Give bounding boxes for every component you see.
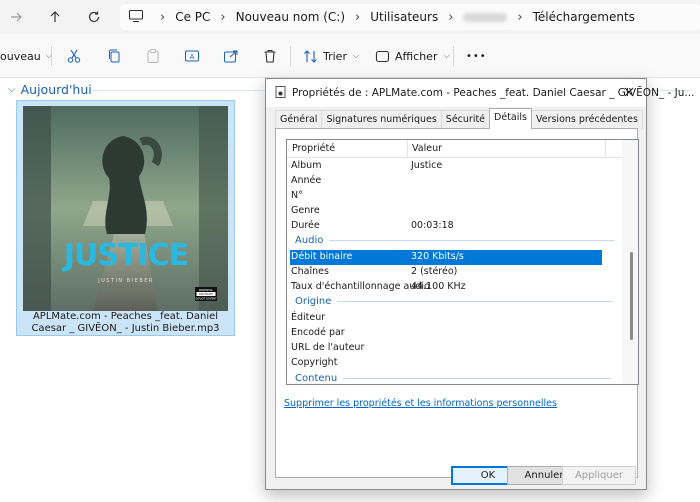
breadcrumb-item-downloads[interactable]: Téléchargements (533, 10, 635, 24)
list-item[interactable]: URL de l'auteur (287, 341, 627, 356)
tab-strip: Général Signatures numériques Sécurité D… (275, 108, 643, 129)
column-separator (605, 140, 606, 158)
details-panel: Propriété Valeur Album Justice Année N° G… (275, 128, 639, 478)
arrow-up-icon (50, 11, 60, 22)
chevron-down-icon: ⌵ (8, 84, 16, 95)
view-label: Afficher (395, 49, 438, 63)
list-item[interactable]: Album Justice (287, 159, 627, 174)
vertical-scrollbar[interactable] (622, 140, 638, 384)
svg-text:ADVISORY: ADVISORY (199, 292, 213, 296)
parental-advisory-label: PARENTAL ADVISORY EXPLICIT CONTENT (195, 287, 217, 301)
refresh-icon (88, 11, 100, 23)
rename-button[interactable]: A (184, 45, 200, 67)
tab-previous-versions[interactable]: Versions précédentes (530, 110, 643, 129)
column-separator (407, 140, 408, 158)
list-item[interactable]: Encodé par (287, 326, 627, 341)
list-item[interactable]: N° (287, 189, 627, 204)
more-options-button[interactable]: ••• (466, 45, 487, 67)
file-name: APLMate.com - Peaches _feat. Daniel Caes… (31, 311, 220, 334)
column-header-property[interactable]: Propriété (292, 143, 335, 154)
list-item[interactable]: Éditeur (287, 311, 627, 326)
remove-properties-link[interactable]: Supprimer les propriétés et les informat… (284, 398, 557, 409)
breadcrumb[interactable]: › Ce PC › Nouveau nom (C:) › Utilisateur… (120, 4, 700, 30)
close-icon (624, 87, 634, 97)
cover-artist-text: JUSTIN BIEBER (97, 278, 154, 284)
list-item[interactable]: Genre (287, 204, 627, 219)
breadcrumb-item-users[interactable]: Utilisateurs (370, 10, 438, 24)
chevron-right-icon: › (355, 9, 361, 25)
group-label: Aujourd'hui (20, 82, 92, 97)
audio-file-icon (275, 85, 286, 101)
chevron-down-icon: ⌵ (352, 51, 360, 60)
delete-button[interactable] (262, 45, 278, 67)
redacted-username (463, 12, 508, 22)
refresh-button[interactable] (82, 6, 106, 28)
tab-details[interactable]: Détails (489, 108, 532, 129)
section-header-audio: Audio (295, 235, 616, 246)
view-icon (375, 50, 390, 62)
album-cover-thumbnail: JUSTICE JUSTIN BIEBER PARENTAL ADVISORY … (23, 106, 228, 311)
tab-security[interactable]: Sécurité (440, 110, 491, 129)
svg-text:EXPLICIT CONTENT: EXPLICIT CONTENT (196, 297, 218, 300)
sort-button[interactable]: Trier ⌵ (303, 45, 359, 67)
copy-icon (109, 49, 120, 63)
up-button[interactable] (43, 6, 67, 28)
command-bar: ouveau ⌵ A Trier ⌵ Afficher ⌵ ••• (0, 34, 700, 78)
list-item[interactable]: Taux d'échantillonnage audio 44.100 KHz (287, 280, 627, 295)
group-header-today[interactable]: ⌵ Aujourd'hui (8, 82, 92, 97)
close-button[interactable] (622, 85, 636, 99)
sort-icon (304, 49, 317, 63)
list-item[interactable]: Durée 00:03:18 (287, 219, 627, 234)
computer-icon (128, 9, 144, 26)
properties-dialog: Propriétés de : APLMate.com - Peaches _f… (265, 78, 694, 490)
trash-icon (264, 49, 276, 63)
dialog-title-bar[interactable]: Propriétés de : APLMate.com - Peaches _f… (266, 79, 694, 107)
toolbar-divider (453, 46, 454, 66)
list-item-selected[interactable]: Débit binaire 320 Kbits/s (290, 250, 602, 265)
list-item[interactable]: Année (287, 174, 627, 189)
forward-button[interactable] (4, 6, 28, 28)
scissors-icon (67, 49, 81, 63)
chevron-right-icon: › (517, 9, 523, 25)
paste-button[interactable] (145, 45, 161, 67)
list-item[interactable]: Chaînes 2 (stéréo) (287, 265, 627, 280)
chevron-right-icon: › (160, 9, 166, 25)
arrow-right-icon (11, 12, 22, 22)
cover-title-text: JUSTICE (62, 238, 188, 273)
breadcrumb-item-ce-pc[interactable]: Ce PC (175, 10, 210, 24)
copy-button[interactable] (106, 45, 122, 67)
new-button[interactable]: ouveau ⌵ (0, 45, 52, 67)
tab-signatures[interactable]: Signatures numériques (321, 110, 442, 129)
clipboard-icon (147, 49, 159, 63)
toolbar-divider (51, 46, 52, 66)
rename-icon: A (185, 50, 199, 62)
chevron-right-icon: › (220, 9, 226, 25)
cut-button[interactable] (66, 45, 82, 67)
share-button[interactable] (223, 45, 239, 67)
section-header-origin: Origine (295, 296, 614, 307)
scrollbar-thumb[interactable] (630, 252, 633, 340)
list-header: Propriété Valeur (287, 140, 638, 158)
address-bar-area: › Ce PC › Nouveau nom (C:) › Utilisateur… (0, 0, 700, 34)
apply-button[interactable]: Appliquer (562, 466, 636, 485)
chevron-down-icon: ⌵ (443, 51, 450, 60)
file-item-selected[interactable]: JUSTICE JUSTIN BIEBER PARENTAL ADVISORY … (16, 100, 235, 336)
list-item[interactable]: Copyright (287, 356, 627, 371)
properties-list[interactable]: Propriété Valeur Album Justice Année N° G… (286, 139, 639, 385)
breadcrumb-item-drive[interactable]: Nouveau nom (C:) (236, 10, 345, 24)
chevron-right-icon: › (448, 9, 454, 25)
section-header-content: Contenu (295, 373, 612, 384)
svg-text:A: A (190, 53, 195, 61)
tab-general[interactable]: Général (275, 110, 323, 129)
new-label: ouveau (0, 49, 41, 63)
share-icon (224, 50, 238, 63)
breadcrumb-item-user[interactable] (463, 12, 508, 22)
view-button[interactable]: Afficher ⌵ (375, 45, 450, 67)
toolbar-divider (290, 46, 291, 66)
sort-label: Trier (323, 49, 347, 63)
column-header-value[interactable]: Valeur (412, 143, 442, 154)
